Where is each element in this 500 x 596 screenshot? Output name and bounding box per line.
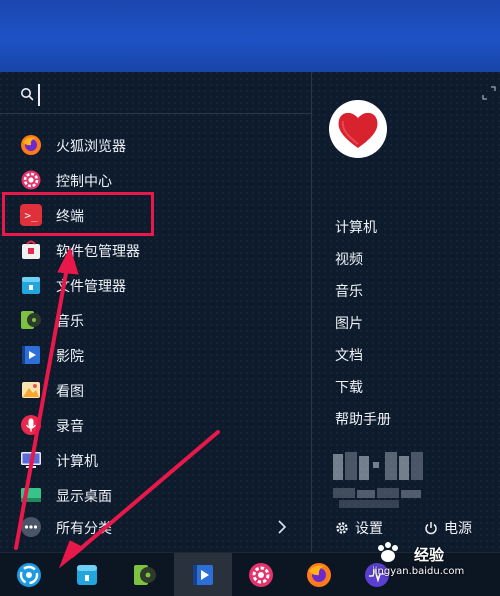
all-categories-label: 所有分类 xyxy=(56,521,112,537)
app-label: 文件管理器 xyxy=(56,279,126,295)
taskbar-movie[interactable] xyxy=(174,553,232,596)
taskbar-system-monitor[interactable] xyxy=(348,553,406,596)
app-item-package-manager[interactable]: 软件包管理器 xyxy=(0,233,311,267)
place-computer[interactable]: 计算机 xyxy=(335,217,377,237)
search-icon xyxy=(21,88,34,101)
app-item-file-manager[interactable]: 文件管理器 xyxy=(0,268,311,302)
place-music[interactable]: 音乐 xyxy=(335,281,363,301)
heart-avatar-icon xyxy=(338,112,378,148)
app-label: 控制中心 xyxy=(56,174,112,190)
app-label: 火狐浏览器 xyxy=(56,139,126,155)
firefox-icon xyxy=(21,135,41,155)
image-viewer-icon xyxy=(22,382,40,398)
taskbar-firefox[interactable] xyxy=(290,553,348,596)
app-label: 影院 xyxy=(56,349,84,365)
music-icon xyxy=(134,565,156,585)
all-categories-item[interactable]: 所有分类 xyxy=(0,510,311,544)
place-downloads[interactable]: 下载 xyxy=(335,377,363,397)
taskbar-launcher[interactable] xyxy=(0,553,58,596)
app-item-firefox[interactable]: 火狐浏览器 xyxy=(0,128,311,162)
movie-icon xyxy=(193,565,213,585)
launcher-icon xyxy=(17,563,41,587)
music-icon xyxy=(21,311,41,329)
terminal-highlight-box xyxy=(2,192,154,236)
app-label: 录音 xyxy=(56,419,84,435)
app-label: 计算机 xyxy=(56,454,98,470)
panel-divider xyxy=(311,72,312,552)
place-documents[interactable]: 文档 xyxy=(335,345,363,365)
settings-button[interactable]: 设置 xyxy=(335,518,383,538)
app-label: 音乐 xyxy=(56,314,84,330)
power-label: 电源 xyxy=(444,521,472,537)
movie-icon xyxy=(22,346,40,364)
app-label: 看图 xyxy=(56,384,84,400)
app-item-image-viewer[interactable]: 看图 xyxy=(0,373,311,407)
gear-icon xyxy=(21,170,41,190)
taskbar xyxy=(0,552,500,596)
app-item-show-desktop[interactable]: 显示桌面 xyxy=(0,478,311,512)
place-pictures[interactable]: 图片 xyxy=(335,313,363,333)
monitor-icon xyxy=(365,563,389,587)
search-divider xyxy=(0,113,311,114)
app-label: 软件包管理器 xyxy=(56,244,140,260)
fullscreen-icon[interactable] xyxy=(482,86,496,100)
desktop-icon xyxy=(21,488,41,502)
app-item-recorder[interactable]: 录音 xyxy=(0,408,311,442)
app-item-computer[interactable]: 计算机 xyxy=(0,443,311,477)
place-videos[interactable]: 视频 xyxy=(335,249,363,269)
file-manager-icon xyxy=(77,565,97,585)
gear-icon xyxy=(336,522,348,534)
avatar[interactable] xyxy=(329,100,387,158)
search-input[interactable] xyxy=(38,84,298,106)
taskbar-control-center[interactable] xyxy=(232,553,290,596)
place-help[interactable]: 帮助手册 xyxy=(335,409,391,429)
taskbar-file-manager[interactable] xyxy=(58,553,116,596)
gear-icon xyxy=(249,563,273,587)
firefox-icon xyxy=(307,563,331,587)
app-item-movie[interactable]: 影院 xyxy=(0,338,311,372)
computer-icon xyxy=(21,452,41,468)
folder-icon xyxy=(22,277,40,294)
power-icon xyxy=(425,522,437,535)
app-label: 显示桌面 xyxy=(56,489,112,505)
app-item-music[interactable]: 音乐 xyxy=(0,303,311,337)
taskbar-music[interactable] xyxy=(116,553,174,596)
desktop-background xyxy=(0,0,500,72)
microphone-icon xyxy=(21,415,41,435)
power-button[interactable]: 电源 xyxy=(424,518,472,538)
settings-label: 设置 xyxy=(355,521,383,537)
package-icon xyxy=(22,240,40,259)
chevron-right-icon xyxy=(278,520,287,534)
blurred-clock xyxy=(333,452,423,508)
more-icon xyxy=(21,517,41,537)
